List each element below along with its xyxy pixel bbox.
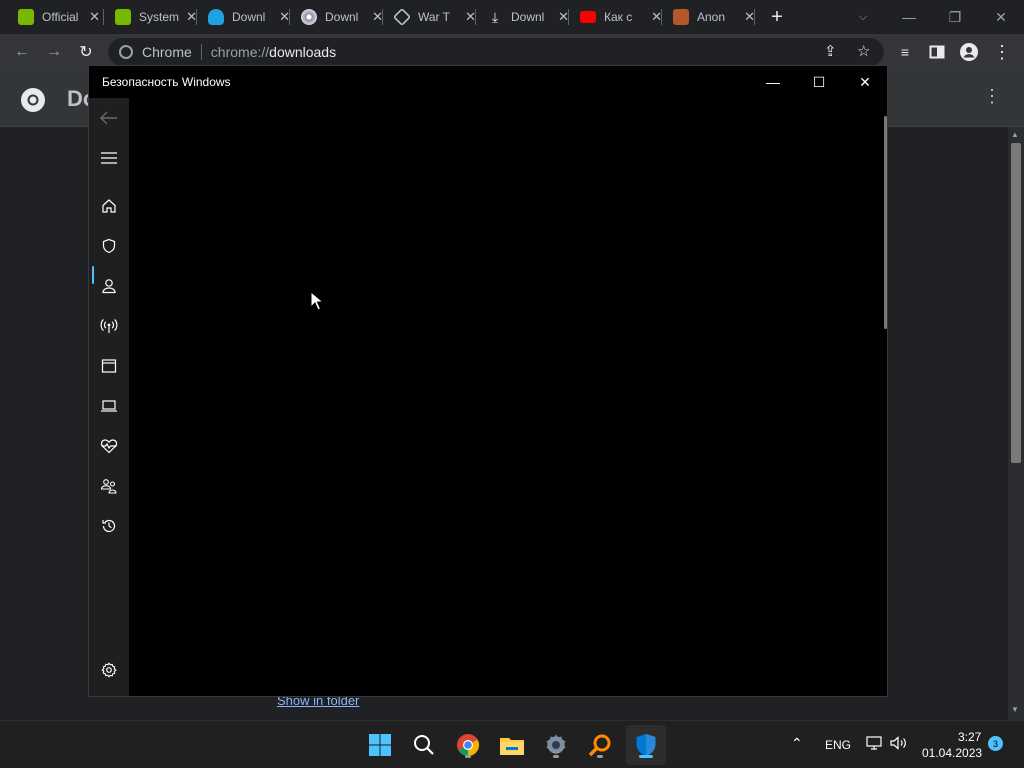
- history-icon[interactable]: [97, 514, 121, 538]
- download-cloud-icon: [208, 9, 224, 25]
- close-button[interactable]: ✕: [978, 0, 1024, 34]
- close-button[interactable]: ✕: [842, 66, 888, 98]
- tab-6-active[interactable]: ⤓ Downl ✕: [475, 0, 569, 34]
- nvidia-icon: [18, 9, 34, 25]
- tab-title: Downl: [232, 10, 266, 24]
- file-explorer-icon[interactable]: [496, 729, 528, 761]
- profile-icon[interactable]: [957, 40, 981, 64]
- window-title: Безопасность Windows: [102, 75, 231, 89]
- antenna-icon[interactable]: [97, 314, 121, 338]
- window-icon[interactable]: [97, 354, 121, 378]
- window-scrollbar[interactable]: [884, 116, 887, 329]
- maximize-button[interactable]: ☐: [796, 66, 842, 98]
- side-panel-icon[interactable]: [925, 40, 949, 64]
- tab-title: Downl: [325, 10, 359, 24]
- minimize-button[interactable]: —: [886, 0, 932, 34]
- minimize-button[interactable]: —: [750, 66, 796, 98]
- window-titlebar[interactable]: Безопасность Windows — ☐ ✕: [89, 66, 887, 98]
- chrome-icon: [119, 45, 133, 59]
- windows-start-icon[interactable]: [364, 729, 396, 761]
- laptop-icon[interactable]: [97, 394, 121, 418]
- chrome-logo-icon: [21, 88, 45, 112]
- restore-button[interactable]: ❐: [932, 0, 978, 34]
- tab-1[interactable]: Official ✕: [6, 0, 100, 34]
- download-icon: ⤓: [491, 9, 499, 25]
- tab-2[interactable]: System ✕: [103, 0, 197, 34]
- reading-list-icon[interactable]: ≡: [893, 40, 917, 64]
- address-bar[interactable]: Chrome chrome:// downloads ⇪ ☆: [108, 38, 884, 66]
- tab-5[interactable]: War T ✕: [382, 0, 476, 34]
- language-indicator[interactable]: ENG: [825, 738, 851, 752]
- new-tab-button[interactable]: +: [765, 5, 789, 29]
- share-icon[interactable]: ⇪: [824, 42, 837, 60]
- heart-pulse-icon[interactable]: [97, 434, 121, 458]
- settings-icon[interactable]: [540, 729, 572, 761]
- bookmark-star-icon[interactable]: ☆: [857, 42, 870, 60]
- navigation-rail: [89, 98, 129, 696]
- back-icon[interactable]: [97, 106, 121, 130]
- menu-icon[interactable]: ⋮: [990, 40, 1014, 64]
- site-chip: Chrome: [142, 44, 192, 60]
- family-icon[interactable]: [97, 474, 121, 498]
- notification-badge[interactable]: 3: [988, 736, 1003, 751]
- tab-8[interactable]: Anon ✕: [661, 0, 755, 34]
- tab-title: Anon: [697, 10, 726, 24]
- close-tab-icon[interactable]: ✕: [89, 9, 100, 25]
- youtube-icon: [580, 11, 596, 23]
- tab-title: Downl: [511, 10, 545, 24]
- tab-7[interactable]: Как с ✕: [568, 0, 662, 34]
- disc-icon: [301, 9, 317, 25]
- network-icon[interactable]: [866, 736, 882, 753]
- search-icon[interactable]: [408, 729, 440, 761]
- person-icon[interactable]: [97, 274, 121, 298]
- forward-icon[interactable]: →: [42, 40, 66, 64]
- page-scrollbar[interactable]: ▲ ▼: [1008, 127, 1024, 720]
- tank-icon: [392, 7, 412, 27]
- tab-3[interactable]: Downl ✕: [196, 0, 290, 34]
- clock-date[interactable]: 01.04.2023: [922, 746, 982, 760]
- url-host: downloads: [269, 44, 337, 60]
- shield-icon[interactable]: [97, 234, 121, 258]
- clock-time[interactable]: 3:27: [958, 730, 981, 744]
- avatar-icon: [673, 9, 689, 25]
- volume-icon[interactable]: [890, 736, 908, 753]
- tab-title: System: [139, 10, 180, 24]
- tab-search-icon[interactable]: ⌵: [840, 0, 886, 34]
- chrome-icon[interactable]: [452, 729, 484, 761]
- taskbar: ⌃ ENG 3:27 01.04.2023: [0, 720, 1024, 768]
- windows-security-window: Безопасность Windows — ☐ ✕: [88, 65, 888, 697]
- url-scheme: chrome://: [210, 44, 270, 60]
- tab-title: Как с: [604, 10, 633, 24]
- hamburger-menu-icon[interactable]: [97, 146, 121, 170]
- nvidia-icon: [115, 9, 131, 25]
- tab-4[interactable]: Downl ✕: [289, 0, 383, 34]
- mouse-cursor-icon: [310, 291, 323, 311]
- search-tool-icon[interactable]: [584, 729, 616, 761]
- tab-strip: Official ✕ System ✕ Downl ✕ Downl ✕ War …: [0, 0, 1024, 34]
- gear-icon[interactable]: [97, 658, 121, 682]
- selection-indicator: [92, 266, 94, 284]
- windows-security-icon[interactable]: [630, 729, 662, 761]
- more-actions-icon[interactable]: ⋮: [983, 86, 1001, 107]
- back-icon[interactable]: ←: [10, 40, 34, 64]
- tab-title: Official: [42, 10, 79, 24]
- chevron-up-icon[interactable]: ⌃: [791, 735, 803, 752]
- tab-title: War T: [418, 10, 450, 24]
- home-icon[interactable]: [97, 194, 121, 218]
- reload-icon[interactable]: ↻: [74, 40, 98, 64]
